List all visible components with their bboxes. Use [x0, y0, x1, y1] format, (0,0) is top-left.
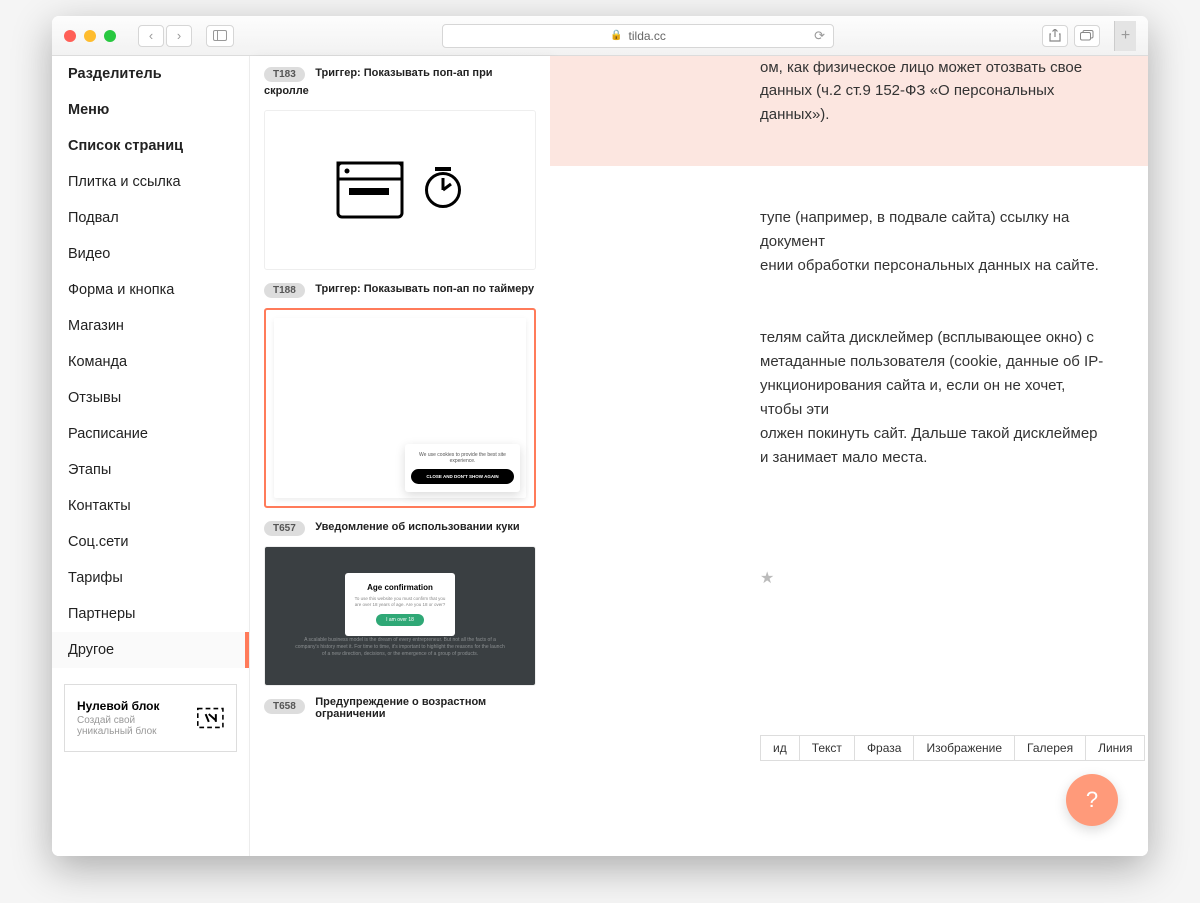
sidebar-item[interactable]: Другое: [52, 632, 249, 668]
article-section: тупе (например, в подвале сайта) ссылку …: [550, 166, 1148, 632]
block-label: Предупреждение о возрастном ограничении: [315, 696, 515, 720]
bottom-toolbar: идТекстФразаИзображениеГалереяЛиния ZERO: [760, 735, 1108, 761]
traffic-lights: [64, 30, 116, 42]
article-text: ении обработки персональных данных на са…: [760, 254, 1108, 278]
sidebar-item[interactable]: Этапы: [52, 452, 249, 488]
zero-title: Нулевой блок: [77, 699, 187, 713]
block-t183[interactable]: T183 Триггер: Показывать поп-ап при скро…: [250, 64, 550, 100]
block-library-panel: T183 Триггер: Показывать поп-ап при скро…: [250, 56, 550, 856]
block-label: Уведомление об использовании куки: [315, 521, 519, 533]
sidebar-toggle-button[interactable]: [206, 25, 234, 47]
forward-button[interactable]: ›: [166, 25, 192, 47]
share-button[interactable]: [1042, 25, 1068, 47]
sidebar-item[interactable]: Список страниц: [52, 128, 249, 164]
page-content: РазделительМенюСписок страницПлитка и сс…: [52, 56, 1148, 856]
sidebar-item[interactable]: Видео: [52, 236, 249, 272]
sidebar-item[interactable]: Магазин: [52, 308, 249, 344]
article-text: и занимает мало места.: [760, 446, 1108, 470]
block-preview: Age confirmation To use this website you…: [264, 546, 536, 686]
browser-toolbar: ‹ › 🔒 tilda.cc ⟳ +: [52, 16, 1148, 56]
sidebar-item[interactable]: Контакты: [52, 488, 249, 524]
cookie-close-button: CLOSE AND DON'T SHOW AGAIN: [411, 469, 514, 484]
block-code: T657: [264, 521, 305, 536]
article-text: ом, как физическое лицо может отозвать с…: [760, 56, 1108, 79]
sidebar-item[interactable]: Плитка и ссылка: [52, 164, 249, 200]
toolbar-button[interactable]: Галерея: [1015, 735, 1086, 761]
article-text: олжен покинуть сайт. Дальше такой дискле…: [760, 422, 1108, 446]
zero-icon: [197, 705, 224, 731]
block-code: T658: [264, 699, 305, 714]
block-preview: [264, 110, 536, 270]
sidebar-item[interactable]: Подвал: [52, 200, 249, 236]
highlight-box: ом, как физическое лицо может отозвать с…: [550, 56, 1148, 166]
article-text: данных (ч.2 ст.9 152-ФЗ «О персональных …: [760, 79, 1108, 126]
maximize-window-button[interactable]: [104, 30, 116, 42]
lock-icon: 🔒: [610, 30, 622, 41]
block-t657[interactable]: We use cookies to provide the best site …: [250, 308, 550, 536]
toolbar-button[interactable]: Фраза: [855, 735, 915, 761]
age-title: Age confirmation: [353, 583, 447, 592]
close-window-button[interactable]: [64, 30, 76, 42]
back-button[interactable]: ‹: [138, 25, 164, 47]
sidebar-item[interactable]: Меню: [52, 92, 249, 128]
reload-icon[interactable]: ⟳: [814, 28, 825, 44]
sidebar-item[interactable]: Соц.сети: [52, 524, 249, 560]
sidebar-item[interactable]: Тарифы: [52, 560, 249, 596]
safari-window: ‹ › 🔒 tilda.cc ⟳ + РазделительМенюСписок…: [52, 16, 1148, 856]
block-t658[interactable]: Age confirmation To use this website you…: [250, 546, 550, 720]
help-button[interactable]: ?: [1066, 774, 1118, 826]
article-text: тупе (например, в подвале сайта) ссылку …: [760, 206, 1108, 254]
block-t188[interactable]: T188 Триггер: Показывать поп-ап по тайме…: [250, 110, 550, 298]
nav-buttons: ‹ ›: [138, 25, 192, 47]
cookie-message: We use cookies to provide the best site …: [411, 452, 514, 464]
article-text: телям сайта дисклеймер (всплывающее окно…: [760, 326, 1108, 350]
block-code: T188: [264, 283, 305, 298]
address-bar[interactable]: 🔒 tilda.cc ⟳: [442, 24, 834, 48]
sidebar-item[interactable]: Разделитель: [52, 56, 249, 92]
article-text: ункционирования сайта и, если он не хоче…: [760, 374, 1108, 422]
category-sidebar: РазделительМенюСписок страницПлитка и сс…: [52, 56, 250, 856]
minimize-window-button[interactable]: [84, 30, 96, 42]
block-label: Триггер: Показывать поп-ап по таймеру: [315, 283, 534, 295]
sidebar-item[interactable]: Команда: [52, 344, 249, 380]
sidebar-item[interactable]: Отзывы: [52, 380, 249, 416]
article-area: ом, как физическое лицо может отозвать с…: [550, 56, 1148, 856]
star-icon: ★: [760, 570, 774, 587]
toolbar-button[interactable]: Текст: [800, 735, 855, 761]
zero-desc: Создай свой уникальный блок: [77, 715, 187, 737]
url-text: tilda.cc: [629, 29, 666, 43]
zero-block-promo[interactable]: Нулевой блок Создай свой уникальный блок: [64, 684, 237, 752]
sidebar-item[interactable]: Расписание: [52, 416, 249, 452]
age-text: To use this website you must confirm tha…: [353, 596, 447, 608]
toolbar-right: [1042, 25, 1100, 47]
cookie-card: We use cookies to provide the best site …: [405, 444, 520, 492]
toolbar-button[interactable]: Изображение: [914, 735, 1015, 761]
tabs-button[interactable]: [1074, 25, 1100, 47]
new-tab-button[interactable]: +: [1114, 21, 1136, 51]
toolbar-button[interactable]: Линия: [1086, 735, 1145, 761]
age-button: I am over 18: [376, 614, 424, 626]
toolbar-button[interactable]: ид: [760, 735, 800, 761]
sidebar-item[interactable]: Форма и кнопка: [52, 272, 249, 308]
block-preview-selected: We use cookies to provide the best site …: [264, 308, 536, 508]
sidebar-item[interactable]: Партнеры: [52, 596, 249, 632]
block-code: T183: [264, 67, 305, 82]
article-text: метаданные пользователя (cookie, данные …: [760, 350, 1108, 374]
